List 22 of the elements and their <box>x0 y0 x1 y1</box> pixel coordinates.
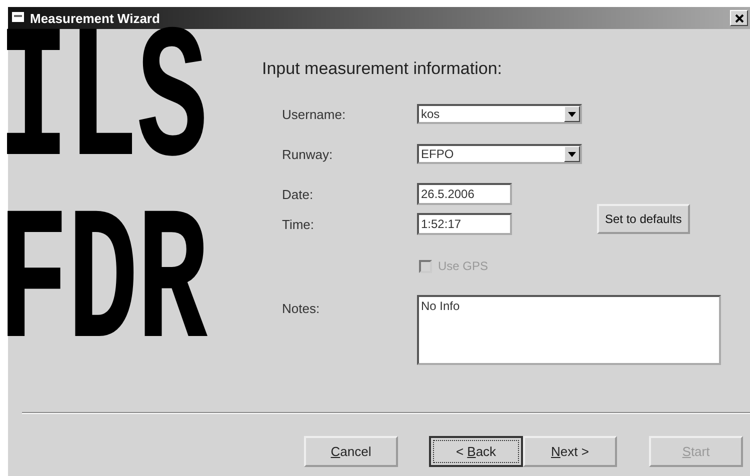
notes-field[interactable]: No Info <box>417 295 721 365</box>
input-field[interactable]: 26.5.2006 <box>417 183 512 205</box>
window-title: Measurement Wizard <box>30 10 161 26</box>
wizard-button[interactable]: Next > <box>523 436 617 467</box>
field-label: Username: <box>282 106 347 122</box>
field-label: Date: <box>282 186 314 202</box>
input-field[interactable]: 1:52:17 <box>417 213 512 235</box>
dropdown[interactable]: kos <box>417 104 582 124</box>
wizard-button[interactable]: Cancel <box>304 436 398 467</box>
set-defaults-button[interactable]: Set to defaults <box>597 204 690 234</box>
heading: Input measurement information: <box>262 59 504 79</box>
field-label: Time: <box>282 216 316 232</box>
close-icon <box>734 14 744 22</box>
close-button[interactable] <box>730 10 748 26</box>
field-label: Runway: <box>282 146 334 162</box>
checkbox-label: Use GPS <box>438 259 488 273</box>
window-icon <box>12 12 26 24</box>
dropdown[interactable]: EFPO <box>417 144 582 164</box>
wizard-button[interactable]: < Back <box>429 436 523 467</box>
field-label: Notes: <box>282 300 321 318</box>
logo-text: FDR <box>0 211 206 363</box>
logo-text: ILS <box>0 29 206 181</box>
